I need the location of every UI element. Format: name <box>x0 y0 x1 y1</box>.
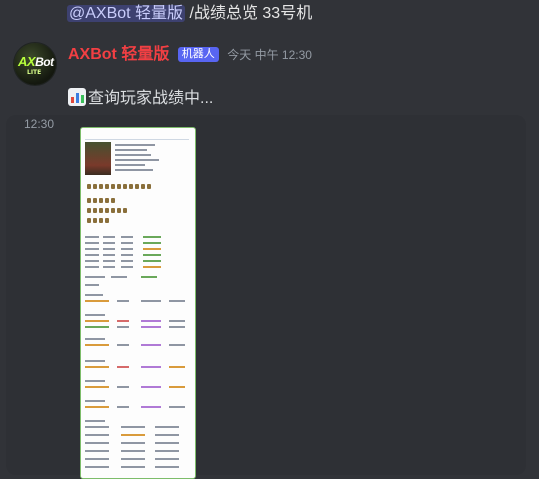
reply-preview[interactable]: @AXBot 轻量版 /战绩总览 33号机 <box>67 3 312 25</box>
message-text: 查询玩家战绩中... <box>88 90 214 107</box>
bot-tag-badge: 机器人 <box>177 47 219 62</box>
bot-avatar[interactable]: AXBot LITE <box>14 43 56 85</box>
reply-command-text: /战绩总览 33号机 <box>189 5 313 22</box>
username[interactable]: AXBot 轻量版 <box>68 46 169 63</box>
message-timestamp[interactable]: 今天 中午 12:30 <box>227 48 312 62</box>
attachment-photo <box>85 142 111 175</box>
avatar-logo-small: LITE <box>27 69 42 76</box>
bar-chart-icon <box>68 88 86 106</box>
message-header: AXBot 轻量版 机器人 今天 中午 12:30 <box>68 44 312 68</box>
attachment-image[interactable] <box>80 127 196 479</box>
hover-timestamp[interactable]: 12:30 <box>24 117 54 131</box>
bot-mention[interactable]: @AXBot 轻量版 <box>67 5 186 22</box>
reply-reference[interactable]: @AXBot 轻量版 /战绩总览 33号机 <box>0 0 539 34</box>
attachment-title <box>85 130 189 140</box>
message-content: 查询玩家战绩中... <box>68 88 213 110</box>
avatar-logo-main: AXBot <box>18 54 54 69</box>
